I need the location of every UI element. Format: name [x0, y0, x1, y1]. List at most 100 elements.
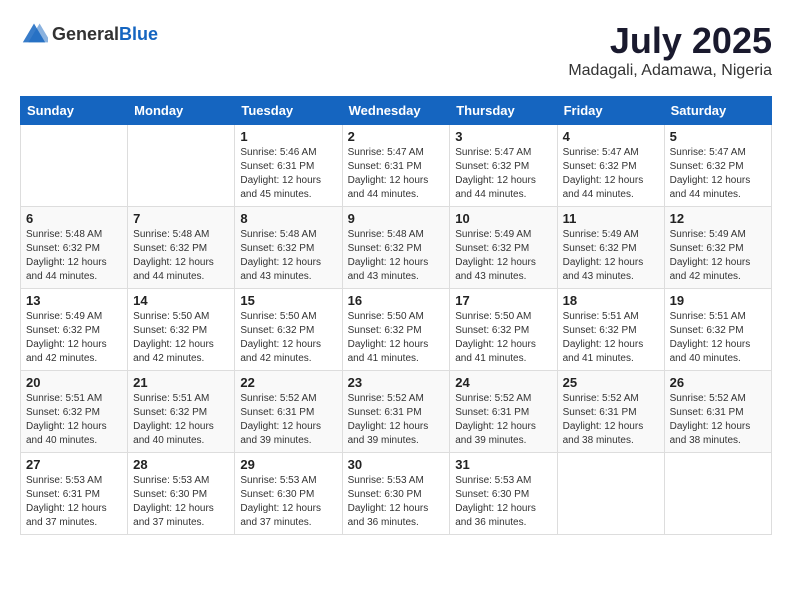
calendar-cell: 8 Sunrise: 5:48 AM Sunset: 6:32 PM Daylig… [235, 207, 342, 289]
day-info: Sunrise: 5:48 AM Sunset: 6:32 PM Dayligh… [133, 228, 229, 284]
calendar-cell: 24 Sunrise: 5:52 AM Sunset: 6:31 PM Dayli… [450, 371, 557, 453]
calendar-cell: 2 Sunrise: 5:47 AM Sunset: 6:31 PM Daylig… [342, 125, 450, 207]
logo: GeneralBlue [20, 20, 158, 48]
calendar-cell [21, 125, 128, 207]
logo-text-general: General [52, 24, 119, 44]
day-number: 29 [240, 457, 336, 472]
calendar-header-cell: Wednesday [342, 97, 450, 125]
logo-icon [20, 20, 48, 48]
day-info: Sunrise: 5:50 AM Sunset: 6:32 PM Dayligh… [133, 310, 229, 366]
calendar-cell: 28 Sunrise: 5:53 AM Sunset: 6:30 PM Dayli… [128, 453, 235, 535]
day-number: 8 [240, 211, 336, 226]
day-number: 19 [670, 293, 766, 308]
day-number: 2 [348, 129, 445, 144]
calendar-cell [557, 453, 664, 535]
calendar-cell: 4 Sunrise: 5:47 AM Sunset: 6:32 PM Daylig… [557, 125, 664, 207]
calendar-cell: 13Sunrise: 5:49 AM Sunset: 6:32 PM Dayli… [21, 289, 128, 371]
day-info: Sunrise: 5:52 AM Sunset: 6:31 PM Dayligh… [240, 392, 336, 448]
day-info: Sunrise: 5:52 AM Sunset: 6:31 PM Dayligh… [563, 392, 659, 448]
calendar-cell: 30 Sunrise: 5:53 AM Sunset: 6:30 PM Dayli… [342, 453, 450, 535]
page-header: GeneralBlue July 2025 Madagali, Adamawa,… [20, 20, 772, 80]
calendar-header-cell: Saturday [664, 97, 771, 125]
day-info: Sunrise: 5:53 AM Sunset: 6:31 PM Dayligh… [26, 474, 122, 530]
calendar-week-row: 20Sunrise: 5:51 AM Sunset: 6:32 PM Dayli… [21, 371, 772, 453]
calendar-cell: 12Sunrise: 5:49 AM Sunset: 6:32 PM Dayli… [664, 207, 771, 289]
day-number: 23 [348, 375, 445, 390]
day-info: Sunrise: 5:52 AM Sunset: 6:31 PM Dayligh… [455, 392, 551, 448]
calendar-header-cell: Sunday [21, 97, 128, 125]
day-info: Sunrise: 5:52 AM Sunset: 6:31 PM Dayligh… [670, 392, 766, 448]
calendar-cell: 27 Sunrise: 5:53 AM Sunset: 6:31 PM Dayli… [21, 453, 128, 535]
day-info: Sunrise: 5:53 AM Sunset: 6:30 PM Dayligh… [455, 474, 551, 530]
day-number: 13 [26, 293, 122, 308]
calendar-week-row: 13Sunrise: 5:49 AM Sunset: 6:32 PM Dayli… [21, 289, 772, 371]
day-number: 4 [563, 129, 659, 144]
day-number: 7 [133, 211, 229, 226]
calendar-cell: 18Sunrise: 5:51 AM Sunset: 6:32 PM Dayli… [557, 289, 664, 371]
day-number: 17 [455, 293, 551, 308]
calendar-header-cell: Monday [128, 97, 235, 125]
day-info: Sunrise: 5:48 AM Sunset: 6:32 PM Dayligh… [348, 228, 445, 284]
calendar-cell: 29 Sunrise: 5:53 AM Sunset: 6:30 PM Dayli… [235, 453, 342, 535]
day-info: Sunrise: 5:50 AM Sunset: 6:32 PM Dayligh… [348, 310, 445, 366]
calendar-cell: 16 Sunrise: 5:50 AM Sunset: 6:32 PM Dayli… [342, 289, 450, 371]
location-title: Madagali, Adamawa, Nigeria [568, 62, 772, 80]
calendar-header-row: SundayMondayTuesdayWednesdayThursdayFrid… [21, 97, 772, 125]
day-info: Sunrise: 5:53 AM Sunset: 6:30 PM Dayligh… [133, 474, 229, 530]
day-info: Sunrise: 5:48 AM Sunset: 6:32 PM Dayligh… [240, 228, 336, 284]
day-number: 24 [455, 375, 551, 390]
day-number: 12 [670, 211, 766, 226]
calendar-week-row: 6 Sunrise: 5:48 AM Sunset: 6:32 PM Daylig… [21, 207, 772, 289]
month-title: July 2025 [568, 20, 772, 62]
day-number: 18 [563, 293, 659, 308]
day-number: 22 [240, 375, 336, 390]
calendar-header-cell: Friday [557, 97, 664, 125]
calendar-cell: 14 Sunrise: 5:50 AM Sunset: 6:32 PM Dayli… [128, 289, 235, 371]
calendar-cell: 15Sunrise: 5:50 AM Sunset: 6:32 PM Dayli… [235, 289, 342, 371]
day-info: Sunrise: 5:52 AM Sunset: 6:31 PM Dayligh… [348, 392, 445, 448]
calendar-cell: 9Sunrise: 5:48 AM Sunset: 6:32 PM Daylig… [342, 207, 450, 289]
day-info: Sunrise: 5:47 AM Sunset: 6:32 PM Dayligh… [670, 146, 766, 202]
calendar-body: 1Sunrise: 5:46 AM Sunset: 6:31 PM Daylig… [21, 125, 772, 535]
day-info: Sunrise: 5:48 AM Sunset: 6:32 PM Dayligh… [26, 228, 122, 284]
calendar-cell: 7 Sunrise: 5:48 AM Sunset: 6:32 PM Daylig… [128, 207, 235, 289]
day-number: 25 [563, 375, 659, 390]
day-number: 30 [348, 457, 445, 472]
day-info: Sunrise: 5:47 AM Sunset: 6:31 PM Dayligh… [348, 146, 445, 202]
calendar-cell: 19 Sunrise: 5:51 AM Sunset: 6:32 PM Dayli… [664, 289, 771, 371]
calendar-cell [128, 125, 235, 207]
day-number: 31 [455, 457, 551, 472]
day-info: Sunrise: 5:51 AM Sunset: 6:32 PM Dayligh… [670, 310, 766, 366]
title-area: July 2025 Madagali, Adamawa, Nigeria [568, 20, 772, 80]
calendar-table: SundayMondayTuesdayWednesdayThursdayFrid… [20, 96, 772, 535]
day-info: Sunrise: 5:51 AM Sunset: 6:32 PM Dayligh… [26, 392, 122, 448]
calendar-cell: 25 Sunrise: 5:52 AM Sunset: 6:31 PM Dayli… [557, 371, 664, 453]
day-number: 16 [348, 293, 445, 308]
calendar-cell: 31 Sunrise: 5:53 AM Sunset: 6:30 PM Dayli… [450, 453, 557, 535]
day-info: Sunrise: 5:47 AM Sunset: 6:32 PM Dayligh… [563, 146, 659, 202]
calendar-cell: 11 Sunrise: 5:49 AM Sunset: 6:32 PM Dayli… [557, 207, 664, 289]
calendar-cell: 20Sunrise: 5:51 AM Sunset: 6:32 PM Dayli… [21, 371, 128, 453]
calendar-header-cell: Tuesday [235, 97, 342, 125]
day-info: Sunrise: 5:49 AM Sunset: 6:32 PM Dayligh… [455, 228, 551, 284]
day-number: 6 [26, 211, 122, 226]
logo-text-blue: Blue [119, 24, 158, 44]
day-number: 27 [26, 457, 122, 472]
day-info: Sunrise: 5:53 AM Sunset: 6:30 PM Dayligh… [240, 474, 336, 530]
calendar-cell: 3Sunrise: 5:47 AM Sunset: 6:32 PM Daylig… [450, 125, 557, 207]
day-info: Sunrise: 5:53 AM Sunset: 6:30 PM Dayligh… [348, 474, 445, 530]
day-number: 11 [563, 211, 659, 226]
day-number: 28 [133, 457, 229, 472]
calendar-cell: 10Sunrise: 5:49 AM Sunset: 6:32 PM Dayli… [450, 207, 557, 289]
day-number: 21 [133, 375, 229, 390]
calendar-week-row: 27 Sunrise: 5:53 AM Sunset: 6:31 PM Dayli… [21, 453, 772, 535]
calendar-cell: 22 Sunrise: 5:52 AM Sunset: 6:31 PM Dayli… [235, 371, 342, 453]
day-info: Sunrise: 5:49 AM Sunset: 6:32 PM Dayligh… [563, 228, 659, 284]
day-info: Sunrise: 5:50 AM Sunset: 6:32 PM Dayligh… [455, 310, 551, 366]
day-info: Sunrise: 5:50 AM Sunset: 6:32 PM Dayligh… [240, 310, 336, 366]
day-number: 1 [240, 129, 336, 144]
calendar-cell: 21Sunrise: 5:51 AM Sunset: 6:32 PM Dayli… [128, 371, 235, 453]
calendar-cell: 23 Sunrise: 5:52 AM Sunset: 6:31 PM Dayli… [342, 371, 450, 453]
calendar-cell: 1Sunrise: 5:46 AM Sunset: 6:31 PM Daylig… [235, 125, 342, 207]
day-number: 14 [133, 293, 229, 308]
